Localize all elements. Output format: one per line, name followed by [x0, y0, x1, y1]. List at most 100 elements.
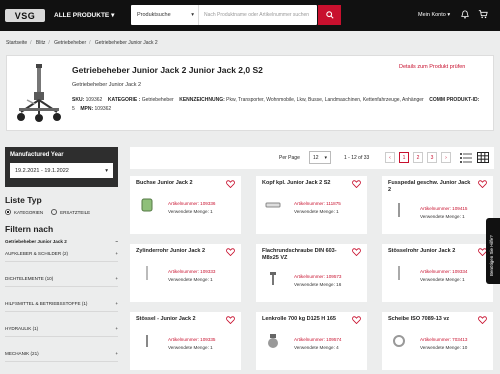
- product-card[interactable]: Flachrundschraube DIN 603-M8x25 VZ Artike…: [256, 244, 367, 302]
- search-button[interactable]: [318, 5, 341, 25]
- heart-icon[interactable]: [352, 316, 361, 324]
- product-card-title[interactable]: Kopf kpl. Junior Jack 2 S2: [262, 180, 348, 187]
- product-card-title[interactable]: Scheibe ISO 7089-13 vz: [388, 316, 474, 323]
- comm-value: 5: [72, 106, 75, 112]
- product-card[interactable]: Fusspedal geschw. Junior Jack 2 Artikelnu…: [382, 176, 493, 234]
- grid-view-icon[interactable]: [477, 152, 489, 163]
- per-page-select[interactable]: 12 ▾: [309, 151, 331, 164]
- product-card[interactable]: Scheibe ISO 7089-13 vz Artikelnummer: 703…: [382, 312, 493, 370]
- product-card-title[interactable]: Lenkrolle 700 kg D125 H 165: [262, 316, 348, 323]
- product-card-title[interactable]: Fusspedal geschw. Junior Jack 2: [388, 180, 474, 194]
- product-thumbnail: [265, 202, 281, 208]
- chevron-down-icon: ▾: [324, 154, 327, 161]
- breadcrumb-home[interactable]: Startseite: [6, 40, 27, 46]
- page-next-button[interactable]: ›: [441, 152, 451, 163]
- product-image: [17, 64, 61, 122]
- used-quantity: Verwendete Menge: 1: [168, 209, 213, 214]
- filter-item-dichtelemente[interactable]: DICHTELEMENTE (10) +: [5, 271, 118, 287]
- radio-checked-icon: [5, 209, 11, 215]
- product-thumbnail: [398, 203, 400, 217]
- heart-icon[interactable]: [226, 316, 235, 324]
- heart-icon[interactable]: [352, 248, 361, 256]
- account-menu[interactable]: Mein Konto ▾: [418, 12, 450, 18]
- help-tab-label: Benötigen Sie Hilfe?: [489, 235, 494, 276]
- search-type-dropdown[interactable]: Produktsuche ▾: [131, 5, 199, 25]
- filter-sidebar: Manufactured Year 19.2.2021 - 19.1.2022 ▾…: [5, 147, 118, 362]
- heart-icon[interactable]: [478, 316, 487, 324]
- breadcrumb-separator: /: [30, 40, 32, 46]
- radio-kategorien[interactable]: KATEGORIEN: [5, 209, 43, 215]
- radio-kategorien-label: KATEGORIEN: [14, 209, 44, 215]
- filter-item-mechanik[interactable]: MECHANIK (21) +: [5, 346, 118, 362]
- page-prev-button[interactable]: ‹: [385, 152, 395, 163]
- product-details-link[interactable]: Details zum Produkt prüfen: [399, 64, 465, 70]
- product-thumbnail: [270, 272, 276, 285]
- breadcrumb-getriebeheber[interactable]: Getriebeheber: [54, 40, 86, 46]
- article-number: Artikelnummer: 703413: [420, 337, 468, 342]
- chevron-down-icon: ▾: [447, 12, 451, 18]
- help-tab[interactable]: Benötigen Sie Hilfe?: [486, 218, 500, 284]
- product-thumbnail: [393, 335, 405, 347]
- brand-logo[interactable]: VSG: [5, 9, 45, 22]
- product-card[interactable]: Stösselrohr Junior Jack 2 Artikelnummer: …: [382, 244, 493, 302]
- breadcrumb-current: Getriebeheber Junior Jack 2: [94, 40, 158, 46]
- used-quantity: Verwendete Menge: 1: [168, 345, 213, 350]
- used-quantity: Verwendete Menge: 1: [420, 277, 465, 282]
- product-card-title[interactable]: Stösselrohr Junior Jack 2: [388, 248, 474, 255]
- search-icon: [325, 11, 334, 19]
- radio-ersatzteile[interactable]: ERSATZTEILE: [51, 209, 90, 215]
- chevron-down-icon: ▾: [105, 167, 108, 174]
- product-card-title[interactable]: Flachrundschraube DIN 603-M8x25 VZ: [262, 248, 348, 262]
- comm-label: COMM PRODUKT-ID:: [429, 97, 480, 103]
- mpn-value: 109362: [94, 106, 112, 112]
- filter-item-label: HYDRAULIK (1): [5, 326, 39, 331]
- product-attributes: SKU: 109362 KATEGORIE : Getriebeheber KE…: [72, 96, 482, 114]
- article-number: Artikelnummer: 109415: [420, 206, 468, 211]
- product-card[interactable]: Buchse Junior Jack 2 Artikelnummer: 10933…: [130, 176, 241, 234]
- filter-item-hydraulik[interactable]: HYDRAULIK (1) +: [5, 321, 118, 337]
- filter-group-current[interactable]: Getriebeheber Junior Jack 2 −: [5, 234, 118, 246]
- filter-item-aufkleber[interactable]: AUFKLEBER & SCHILDER (2) +: [5, 246, 118, 262]
- page-3-button[interactable]: 3: [427, 152, 437, 163]
- product-card[interactable]: Lenkrolle 700 kg D125 H 165 Artikelnummer…: [256, 312, 367, 370]
- heart-icon[interactable]: [352, 180, 361, 188]
- search-input[interactable]: Nach Produktname oder Artikelnummer such…: [199, 12, 317, 18]
- product-card-title[interactable]: Buchse Junior Jack 2: [136, 180, 222, 187]
- heart-icon[interactable]: [478, 180, 487, 188]
- product-card[interactable]: Zylinderrohr Junior Jack 2 Artikelnummer:…: [130, 244, 241, 302]
- product-card-title[interactable]: Zylinderrohr Junior Jack 2: [136, 248, 222, 255]
- product-thumbnail: [141, 198, 153, 212]
- page-1-button[interactable]: 1: [399, 152, 409, 163]
- article-number: Artikelnummer: 111875: [294, 201, 341, 206]
- article-number: Artikelnummer: 109336: [168, 201, 216, 206]
- bell-icon[interactable]: [461, 10, 469, 19]
- filtern-nach-heading: Filtern nach: [5, 224, 54, 234]
- manufactured-year-box: Manufactured Year 19.2.2021 - 19.1.2022 ▾: [5, 147, 118, 187]
- manufactured-year-select[interactable]: 19.2.2021 - 19.1.2022 ▾: [10, 163, 113, 178]
- all-products-menu[interactable]: ALLE PRODUKTE ▾: [54, 11, 114, 19]
- list-view-icon[interactable]: [460, 152, 472, 163]
- used-quantity: Verwendete Menge: 1: [168, 277, 213, 282]
- kennzeichnung-value: Pkw, Transporter, Wohnmobile, Lkw, Busse…: [226, 97, 424, 103]
- heart-icon[interactable]: [226, 180, 235, 188]
- radio-ersatzteile-label: ERSATZTEILE: [60, 209, 91, 215]
- cart-icon[interactable]: [478, 9, 488, 19]
- product-thumbnail: [268, 334, 278, 348]
- chevron-down-icon: ▾: [191, 12, 194, 18]
- used-quantity: Verwendete Menge: 10: [420, 345, 468, 350]
- expand-icon: +: [115, 251, 118, 256]
- product-card[interactable]: Kopf kpl. Junior Jack 2 S2 Artikelnummer:…: [256, 176, 367, 234]
- filter-item-hilfsmittel[interactable]: HILFSMITTEL & BETRIEBSSTOFFE (1) +: [5, 296, 118, 312]
- liste-typ-heading: Liste Typ: [5, 195, 42, 205]
- sku-label: SKU:: [72, 97, 85, 103]
- article-number: Artikelnummer: 109335: [168, 337, 216, 342]
- breadcrumb-blitz[interactable]: Blitz: [36, 40, 45, 46]
- heart-icon[interactable]: [226, 248, 235, 256]
- mpn-label: MPN:: [80, 106, 94, 112]
- results-toolbar: Per Page 12 ▾ 1 - 12 of 33 ‹ 1 2 3 ›: [130, 147, 494, 169]
- product-card-title[interactable]: Stössel - Junior Jack 2: [136, 316, 222, 323]
- kennzeichnung-label: KENNZEICHNUNG:: [179, 97, 225, 103]
- page-2-button[interactable]: 2: [413, 152, 423, 163]
- product-card[interactable]: Stössel - Junior Jack 2 Artikelnummer: 10…: [130, 312, 241, 370]
- search-type-label: Produktsuche: [137, 12, 171, 18]
